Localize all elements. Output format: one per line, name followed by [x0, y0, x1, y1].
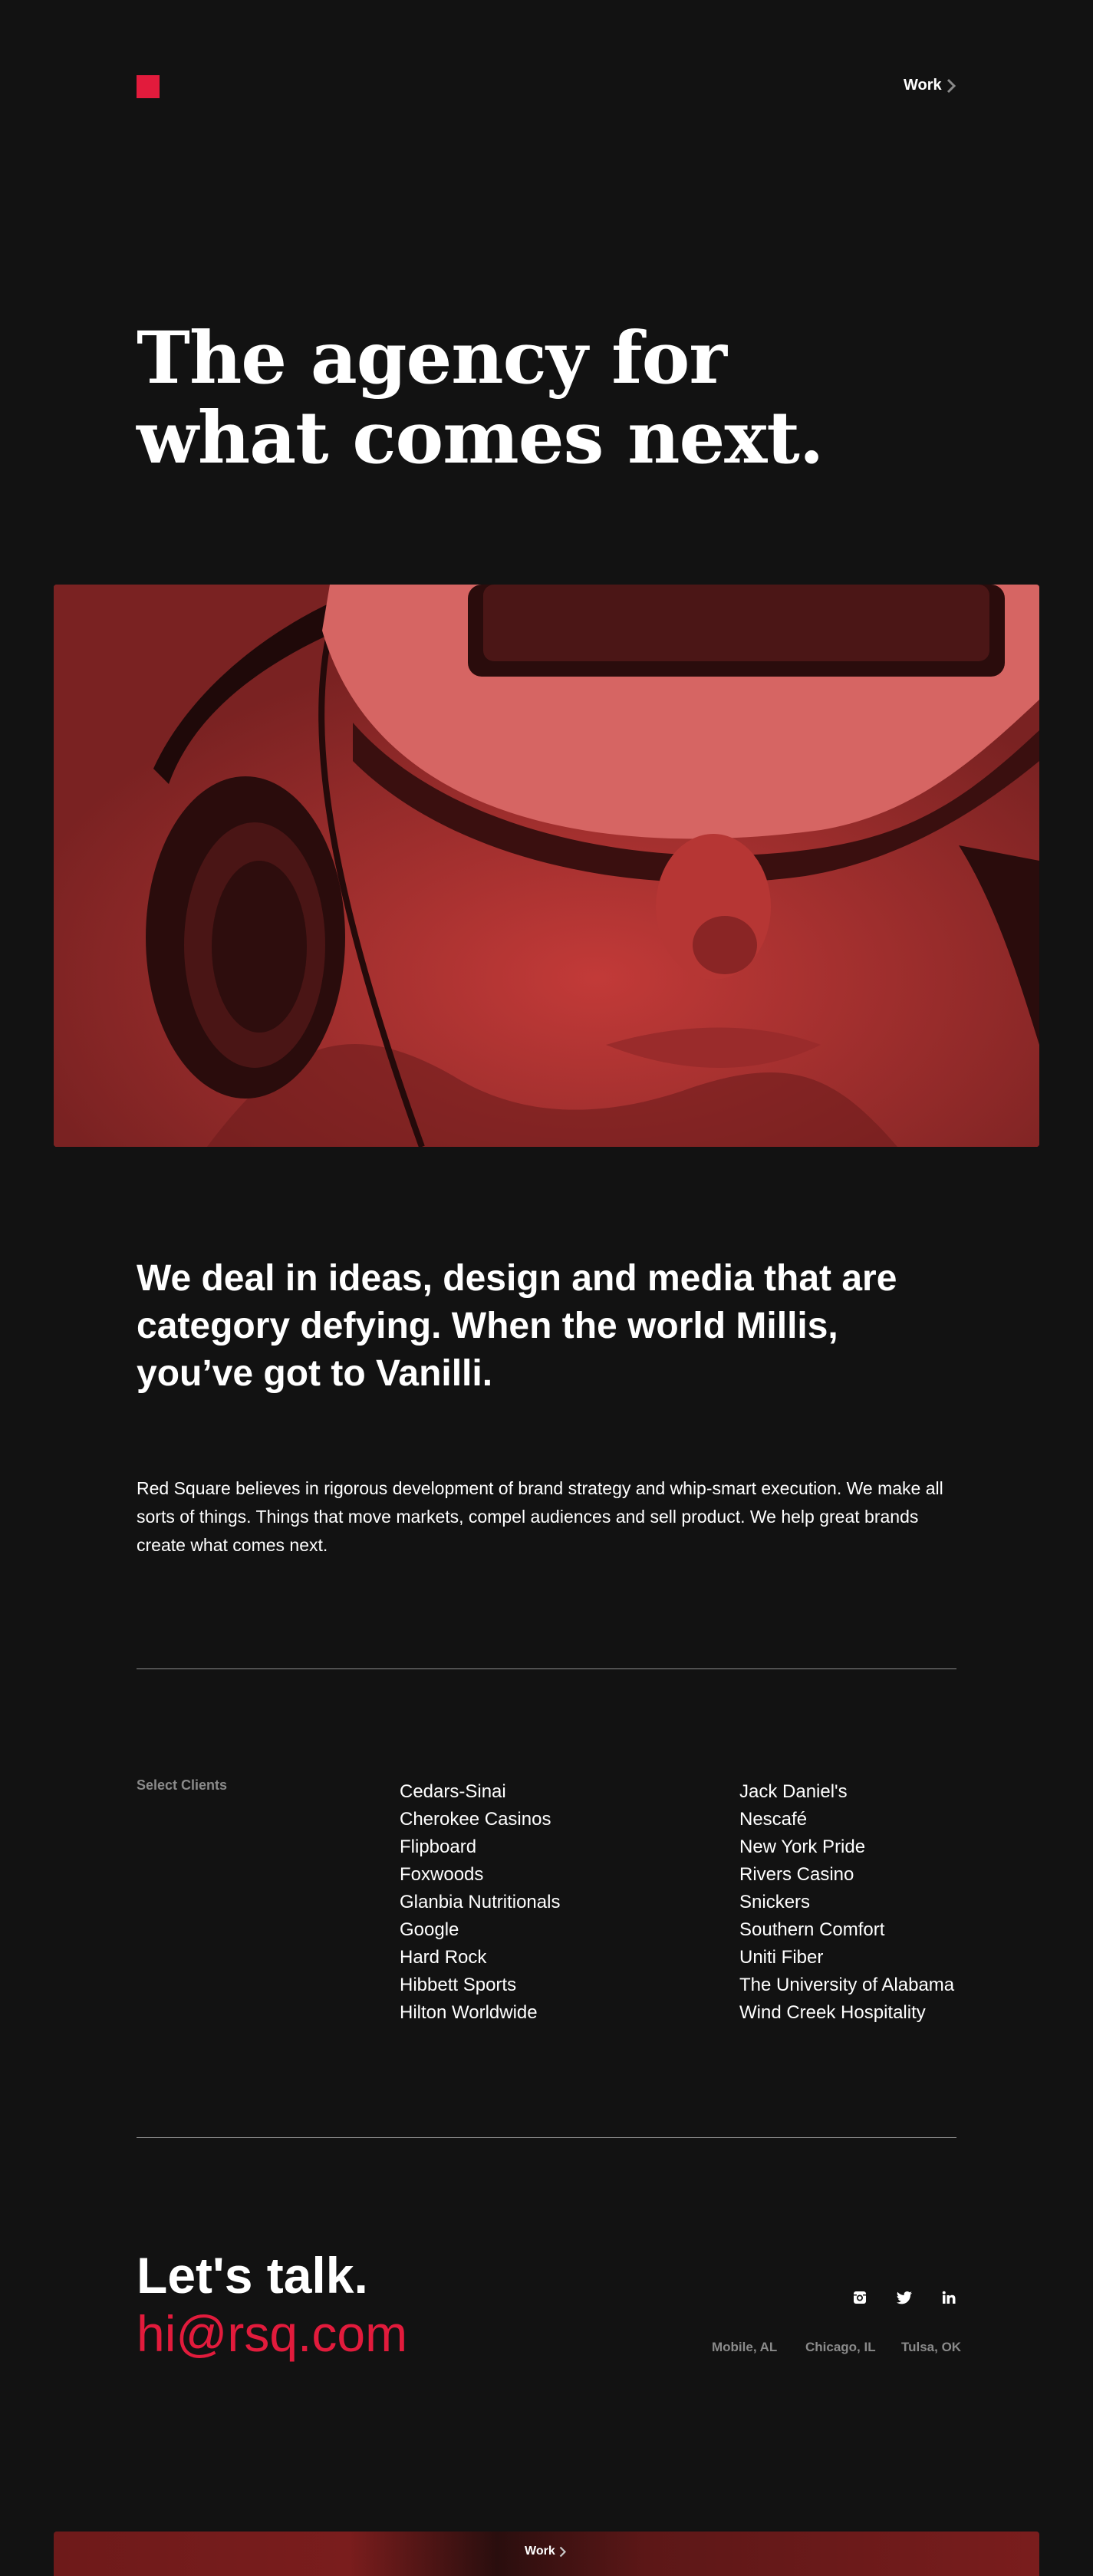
client-item: Hilton Worldwide [400, 2002, 538, 2023]
office-location: Mobile, AL [712, 2340, 778, 2354]
hero-title-line1: The agency for [137, 316, 727, 400]
footer-work-label: Work [525, 2545, 555, 2558]
footer-work-link[interactable]: Work [525, 2545, 566, 2558]
client-item: Jack Daniel's [739, 1781, 848, 1802]
client-item: The University of Alabama [739, 1975, 955, 1995]
page-title: The agency for what comes next. [137, 318, 904, 478]
instagram-icon[interactable] [851, 2289, 868, 2306]
client-item: Rivers Casino [739, 1864, 854, 1885]
vr-headset-illustration [54, 585, 1039, 1147]
client-item: New York Pride [739, 1836, 866, 1857]
twitter-icon[interactable] [896, 2289, 913, 2306]
office-location: Chicago, IL [805, 2340, 876, 2354]
client-item: Uniti Fiber [739, 1947, 824, 1968]
nav-work-label: Work [904, 77, 942, 94]
divider [137, 1668, 956, 1669]
client-item: Hibbett Sports [400, 1975, 517, 1995]
client-item: Foxwoods [400, 1864, 484, 1885]
client-item: Wind Creek Hospitality [739, 2002, 926, 2023]
hero-image [54, 585, 1039, 1147]
nav-work-link[interactable]: Work [904, 77, 956, 94]
client-item: Hard Rock [400, 1947, 487, 1968]
client-item: Cherokee Casinos [400, 1809, 551, 1830]
client-item: Google [400, 1919, 459, 1940]
contact-email-link[interactable]: hi@rsq.com [137, 2303, 407, 2364]
client-item: Cedars-Sinai [400, 1781, 506, 1802]
client-item: Glanbia Nutritionals [400, 1892, 561, 1912]
contact-title: Let's talk. [137, 2247, 368, 2304]
client-item: Snickers [739, 1892, 811, 1912]
client-item: Flipboard [400, 1836, 477, 1857]
divider [137, 2137, 956, 2138]
logo[interactable] [137, 75, 160, 98]
client-item: Nescafé [739, 1809, 808, 1830]
clients-label: Select Clients [137, 1777, 228, 1793]
clients-column-2: Jack Daniel's Nescafé New York Pride Riv… [739, 1778, 954, 2027]
hero-title-line2: what comes next. [137, 396, 825, 480]
clients-column-1: Cedars-Sinai Cherokee Casinos Flipboard … [400, 1778, 560, 2027]
chevron-right-icon [559, 2546, 566, 2557]
linkedin-icon[interactable] [940, 2289, 957, 2306]
chevron-right-icon [946, 78, 956, 93]
intro-body: Red Square believes in rigorous developm… [137, 1478, 943, 1555]
intro-headline: We deal in ideas, design and media that … [137, 1258, 897, 1394]
client-item: Southern Comfort [739, 1919, 885, 1940]
office-location: Tulsa, OK [901, 2340, 962, 2354]
